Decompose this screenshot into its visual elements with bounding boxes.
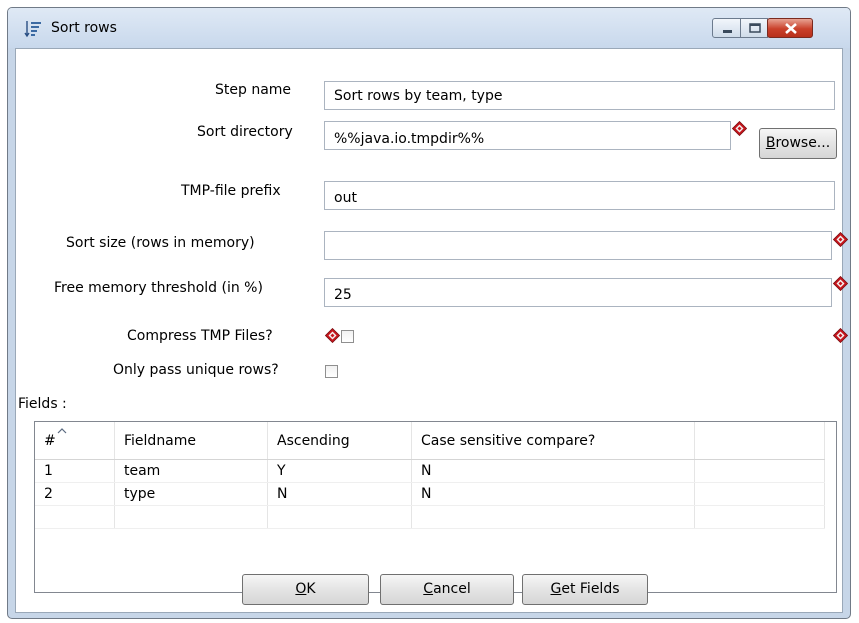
table-row[interactable]: 1 team Y N bbox=[35, 459, 825, 483]
table-row-empty[interactable] bbox=[35, 505, 825, 529]
compress-label: Compress TMP Files? bbox=[127, 328, 273, 344]
variable-diamond-icon bbox=[732, 121, 747, 136]
unique-rows-checkbox[interactable] bbox=[325, 365, 338, 378]
cell-fieldname[interactable]: team bbox=[114, 459, 268, 483]
window-title: Sort rows bbox=[51, 20, 117, 36]
tmp-prefix-label: TMP-file prefix bbox=[181, 183, 281, 199]
close-icon bbox=[785, 23, 797, 34]
browse-button[interactable]: Browse... bbox=[759, 128, 837, 159]
cell-number[interactable]: 1 bbox=[35, 459, 115, 483]
cancel-button[interactable]: Cancel bbox=[380, 574, 514, 605]
fields-table[interactable]: # Fieldname Ascending Case sensitive com… bbox=[34, 421, 837, 593]
sort-size-input[interactable] bbox=[324, 231, 832, 260]
column-header-spacer bbox=[694, 422, 825, 460]
table-row[interactable]: 2 type N N bbox=[35, 482, 825, 506]
sort-directory-label: Sort directory bbox=[197, 124, 293, 140]
compress-checkbox[interactable] bbox=[341, 330, 354, 343]
free-memory-input[interactable]: 25 bbox=[324, 278, 832, 307]
cell-fieldname[interactable]: type bbox=[114, 482, 268, 506]
cell-ascending[interactable]: Y bbox=[267, 459, 412, 483]
sort-ascending-icon bbox=[57, 428, 67, 434]
tmp-prefix-input[interactable]: out bbox=[324, 181, 835, 210]
step-name-label: Step name bbox=[215, 82, 292, 98]
title-bar[interactable]: Sort rows bbox=[8, 8, 850, 48]
step-name-input[interactable]: Sort rows by team, type bbox=[324, 81, 835, 110]
column-header-number[interactable]: # bbox=[35, 422, 115, 460]
variable-diamond-icon bbox=[833, 328, 848, 343]
cell-case-sensitive[interactable]: N bbox=[411, 482, 695, 506]
cell-ascending[interactable]: N bbox=[267, 482, 412, 506]
variable-diamond-icon bbox=[325, 328, 340, 343]
variable-diamond-icon bbox=[833, 276, 848, 291]
free-memory-label: Free memory threshold (in %) bbox=[54, 280, 263, 296]
minimize-icon bbox=[723, 30, 732, 33]
cell-spacer bbox=[694, 482, 825, 506]
table-header-row: # Fieldname Ascending Case sensitive com… bbox=[35, 422, 825, 460]
cell-number[interactable]: 2 bbox=[35, 482, 115, 506]
column-header-ascending[interactable]: Ascending bbox=[267, 422, 412, 460]
maximize-button[interactable] bbox=[740, 18, 768, 38]
column-header-fieldname[interactable]: Fieldname bbox=[114, 422, 268, 460]
column-header-case-sensitive[interactable]: Case sensitive compare? bbox=[411, 422, 695, 460]
sort-directory-input[interactable]: %%java.io.tmpdir%% bbox=[324, 121, 731, 150]
minimize-button[interactable] bbox=[712, 18, 741, 38]
dialog-body: Step name Sort rows by team, type Sort d… bbox=[15, 48, 848, 613]
cell-case-sensitive[interactable]: N bbox=[411, 459, 695, 483]
maximize-icon bbox=[749, 23, 761, 33]
sort-rows-dialog: Sort rows Step name Sort rows by team, t… bbox=[7, 7, 851, 619]
unique-rows-label: Only pass unique rows? bbox=[113, 362, 279, 378]
cell-spacer bbox=[694, 459, 825, 483]
variable-diamond-icon bbox=[833, 232, 848, 247]
get-fields-button[interactable]: Get Fields bbox=[522, 574, 648, 605]
sort-size-label: Sort size (rows in memory) bbox=[66, 235, 255, 251]
ok-button[interactable]: OK bbox=[242, 574, 369, 605]
fields-label: Fields : bbox=[18, 396, 67, 412]
close-button[interactable] bbox=[767, 18, 813, 38]
sort-rows-icon bbox=[24, 21, 41, 38]
